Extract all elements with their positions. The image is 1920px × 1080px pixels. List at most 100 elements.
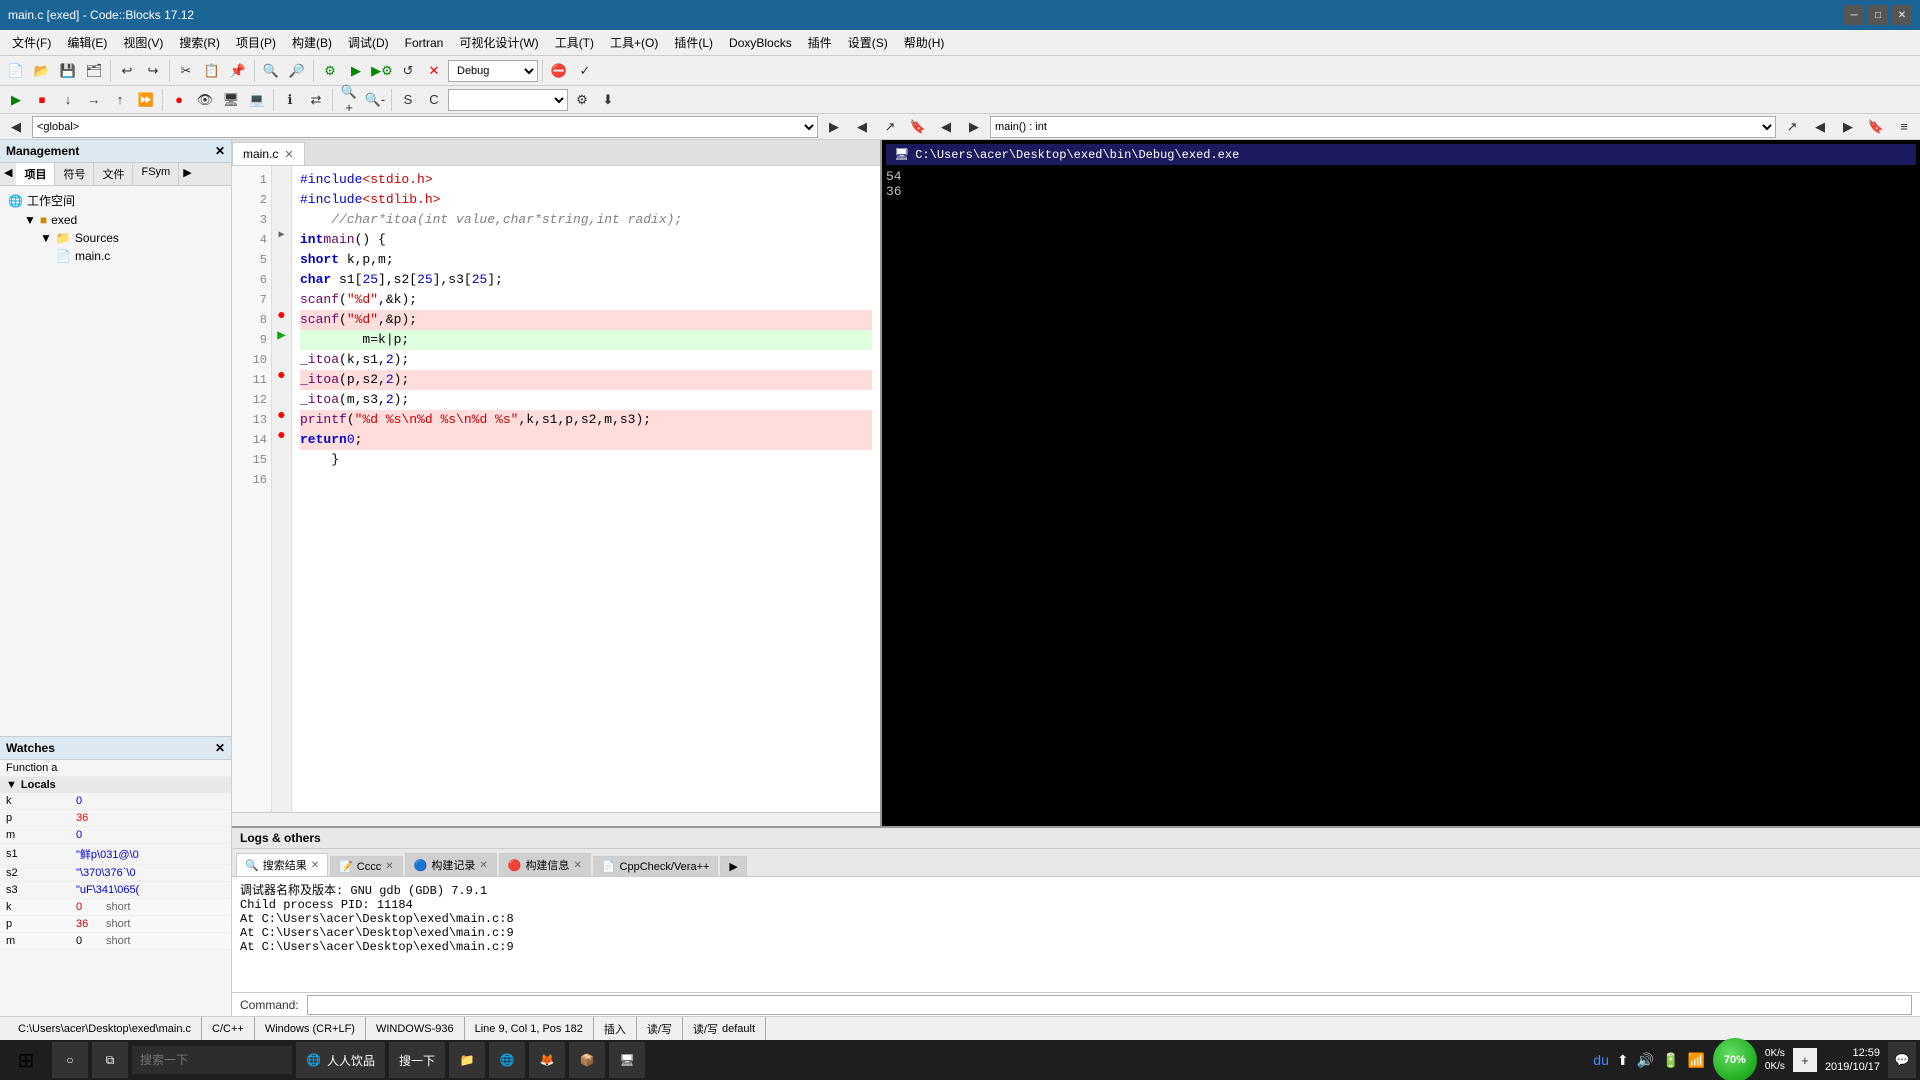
taskbar-ie[interactable]: 🌐 bbox=[489, 1042, 525, 1078]
layout-combo[interactable] bbox=[448, 89, 568, 111]
menu-view[interactable]: 视图(V) bbox=[115, 32, 171, 53]
open-btn[interactable]: 📂 bbox=[30, 59, 54, 83]
save-layout[interactable]: S bbox=[396, 88, 420, 112]
menu-file[interactable]: 文件(F) bbox=[4, 32, 59, 53]
logs-tab-cccc[interactable]: 📝 Cccc ✕ bbox=[330, 856, 403, 876]
logs-tab-cppcheck[interactable]: 📄 CppCheck/Vera++ bbox=[593, 856, 719, 876]
replace-btn[interactable]: 🔎 bbox=[285, 59, 309, 83]
scope-jump[interactable]: ↗ bbox=[878, 115, 902, 139]
cortana-button[interactable]: ○ bbox=[52, 1042, 88, 1078]
dbg-start[interactable]: ▶ bbox=[4, 88, 28, 112]
func-next[interactable]: ▶ bbox=[1836, 115, 1860, 139]
scope-arrow-left[interactable]: ◀ bbox=[850, 115, 874, 139]
network-plus-btn[interactable]: + bbox=[1793, 1048, 1817, 1072]
scope-bookmark[interactable]: 🔖 bbox=[906, 115, 930, 139]
build-info-close[interactable]: ✕ bbox=[573, 860, 581, 871]
taskbar-app-rr[interactable]: 🌐 人人饮品 bbox=[296, 1042, 385, 1078]
sources-item[interactable]: ▼ 📁 Sources bbox=[36, 229, 227, 247]
code-content[interactable]: #include <stdio.h> #include <stdlib.h> /… bbox=[292, 166, 880, 812]
dbg-next[interactable]: → bbox=[82, 88, 106, 112]
scope-arrow-right[interactable]: ▶ bbox=[822, 115, 846, 139]
dbg-step-out[interactable]: ↑ bbox=[108, 88, 132, 112]
redo-btn[interactable]: ↪ bbox=[141, 59, 165, 83]
start-button[interactable]: ⊞ bbox=[4, 1042, 48, 1078]
function-combo[interactable]: main() : int bbox=[990, 116, 1776, 138]
func-jump[interactable]: ↗ bbox=[1780, 115, 1804, 139]
logs-tab-more[interactable]: ▶ bbox=[720, 856, 746, 876]
dbg-bp[interactable]: ● bbox=[167, 88, 191, 112]
scope-next[interactable]: ▶ bbox=[962, 115, 986, 139]
build-log-close[interactable]: ✕ bbox=[479, 860, 487, 871]
layout-settings[interactable]: ⚙ bbox=[570, 88, 594, 112]
save-btn[interactable]: 💾 bbox=[56, 59, 80, 83]
zoom-out[interactable]: 🔍- bbox=[363, 88, 387, 112]
layout-export[interactable]: ⬇ bbox=[596, 88, 620, 112]
main-c-item[interactable]: 📄 main.c bbox=[52, 247, 227, 265]
project-item[interactable]: ▼ ■ exed bbox=[20, 211, 227, 229]
build-btn[interactable]: ⚙ bbox=[318, 59, 342, 83]
global-scope-combo[interactable]: <global> bbox=[32, 116, 818, 138]
menu-project[interactable]: 项目(P) bbox=[228, 32, 284, 53]
save-all-btn[interactable]: 🗂 bbox=[82, 59, 106, 83]
new-btn[interactable]: 📄 bbox=[4, 59, 28, 83]
horizontal-scrollbar[interactable] bbox=[232, 812, 880, 826]
run-btn[interactable]: ▶ bbox=[344, 59, 368, 83]
taskbar-app6[interactable]: 🖥 bbox=[609, 1042, 645, 1078]
menu-fortran[interactable]: Fortran bbox=[397, 34, 452, 52]
mgmt-tab-fsym[interactable]: FSym bbox=[133, 163, 179, 185]
taskbar-file-mgr[interactable]: 📁 bbox=[449, 1042, 485, 1078]
file-tab-main-c[interactable]: main.c ✕ bbox=[232, 142, 305, 165]
menu-plugins2[interactable]: 插件 bbox=[800, 32, 840, 53]
copy-btn[interactable]: 📋 bbox=[200, 59, 224, 83]
logs-tab-search[interactable]: 🔍 搜索结果 ✕ bbox=[236, 853, 328, 876]
dbg-step[interactable]: ↓ bbox=[56, 88, 80, 112]
abort-btn[interactable]: ⛔ bbox=[547, 59, 571, 83]
func-bookmark[interactable]: 🔖 bbox=[1864, 115, 1888, 139]
mgmt-tab-project[interactable]: 项目 bbox=[16, 163, 55, 185]
tabs-next[interactable]: ▶ bbox=[179, 163, 195, 185]
func-prev[interactable]: ◀ bbox=[1808, 115, 1832, 139]
workspace-item[interactable]: 🌐 工作空间 bbox=[4, 190, 227, 211]
taskbar-ff[interactable]: 🦊 bbox=[529, 1042, 565, 1078]
menu-tools[interactable]: 工具(T) bbox=[547, 32, 602, 53]
mgmt-tab-symbol[interactable]: 符号 bbox=[55, 163, 94, 185]
search-tab-close[interactable]: ✕ bbox=[311, 860, 319, 871]
paste-btn[interactable]: 📌 bbox=[226, 59, 250, 83]
menu-tools-plus[interactable]: 工具+(O) bbox=[602, 32, 666, 53]
close-button[interactable]: ✕ bbox=[1892, 5, 1912, 25]
build-run-btn[interactable]: ▶⚙ bbox=[370, 59, 394, 83]
action-center-btn[interactable]: 💬 bbox=[1888, 1042, 1916, 1078]
menu-build[interactable]: 构建(B) bbox=[284, 32, 340, 53]
scope-prev[interactable]: ◀ bbox=[934, 115, 958, 139]
watches-close-icon[interactable]: ✕ bbox=[215, 741, 225, 755]
menu-settings[interactable]: 设置(S) bbox=[840, 32, 896, 53]
code-area[interactable]: 1 2 3 4 5 6 7 8 9 10 11 bbox=[232, 166, 880, 812]
menu-doxyblocks[interactable]: DoxyBlocks bbox=[721, 34, 800, 52]
dbg-watches[interactable]: 👁 bbox=[193, 88, 217, 112]
taskbar-app5[interactable]: 📦 bbox=[569, 1042, 605, 1078]
build-target-combo[interactable]: Debug bbox=[448, 60, 538, 82]
logs-tab-build-log[interactable]: 🔵 构建记录 ✕ bbox=[405, 853, 497, 876]
menu-help[interactable]: 帮助(H) bbox=[896, 32, 953, 53]
prev-scope[interactable]: ◀ bbox=[4, 115, 28, 139]
dbg-stop[interactable]: ⏹ bbox=[30, 88, 54, 112]
find-btn[interactable]: 🔍 bbox=[259, 59, 283, 83]
logs-tab-build-info[interactable]: 🔴 构建信息 ✕ bbox=[499, 853, 591, 876]
management-close-icon[interactable]: ✕ bbox=[215, 144, 225, 158]
stop-btn[interactable]: ✕ bbox=[422, 59, 446, 83]
dbg-cpu[interactable]: 💻 bbox=[245, 88, 269, 112]
taskbar-search-btn[interactable]: 搜一下 bbox=[389, 1042, 445, 1078]
task-view-button[interactable]: ⧉ bbox=[92, 1042, 128, 1078]
menu-visual-design[interactable]: 可视化设计(W) bbox=[451, 32, 546, 53]
dbg-threads[interactable]: ⇄ bbox=[304, 88, 328, 112]
cut-btn[interactable]: ✂ bbox=[174, 59, 198, 83]
taskbar-search[interactable] bbox=[132, 1046, 292, 1074]
dbg-mem[interactable]: 🖥 bbox=[219, 88, 243, 112]
sound-icon[interactable]: 🔊 bbox=[1637, 1052, 1654, 1069]
cccc-tab-close[interactable]: ✕ bbox=[385, 861, 393, 872]
wifi-icon[interactable]: 📶 bbox=[1687, 1052, 1704, 1069]
load-layout[interactable]: C bbox=[422, 88, 446, 112]
mgmt-tab-files[interactable]: 文件 bbox=[94, 163, 133, 185]
func-more[interactable]: ≡ bbox=[1892, 115, 1916, 139]
rebuild-btn[interactable]: ↺ bbox=[396, 59, 420, 83]
